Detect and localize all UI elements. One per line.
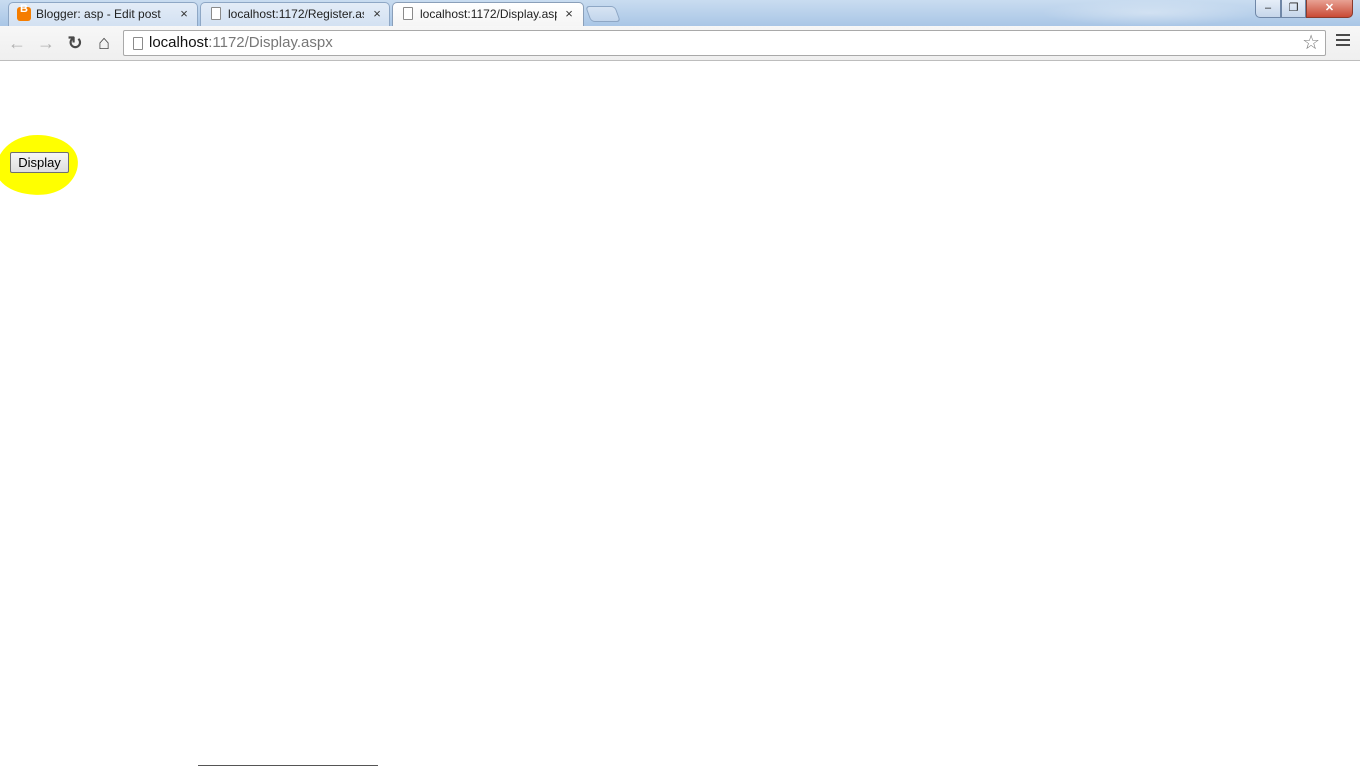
new-tab-button[interactable] bbox=[585, 6, 621, 22]
tab-blogger[interactable]: Blogger: asp - Edit post × bbox=[8, 2, 198, 26]
minimize-button[interactable]: – bbox=[1255, 0, 1281, 18]
bookmark-star-icon[interactable]: ☆ bbox=[1302, 32, 1320, 54]
menu-line bbox=[1336, 44, 1350, 46]
page-icon bbox=[211, 7, 221, 20]
tab-title: localhost:1172/Display.aspx bbox=[420, 7, 557, 21]
menu-icon[interactable] bbox=[1336, 34, 1350, 48]
url-path: :1172/Display.aspx bbox=[208, 34, 333, 51]
blogger-icon bbox=[17, 3, 31, 21]
title-bar-glow bbox=[1040, 0, 1260, 26]
tab-display[interactable]: localhost:1172/Display.aspx × bbox=[392, 2, 584, 26]
home-button[interactable]: ⌂ bbox=[92, 31, 116, 55]
tab-register[interactable]: localhost:1172/Register.aspx × bbox=[200, 2, 390, 26]
menu-line bbox=[1336, 39, 1350, 41]
tab-title: Blogger: asp - Edit post bbox=[36, 7, 161, 21]
address-bar[interactable]: localhost:1172/Display.aspx ☆ bbox=[123, 30, 1326, 56]
restore-button[interactable]: ❐ bbox=[1281, 0, 1306, 18]
address-url[interactable]: localhost:1172/Display.aspx bbox=[149, 34, 333, 52]
close-window-button[interactable]: ✕ bbox=[1306, 0, 1353, 18]
reload-button[interactable]: ↻ bbox=[63, 31, 87, 55]
menu-line bbox=[1336, 34, 1350, 36]
tab-title: localhost:1172/Register.aspx bbox=[228, 7, 364, 21]
page-icon bbox=[133, 37, 143, 50]
display-button[interactable]: Display bbox=[10, 152, 69, 173]
forward-button[interactable]: → bbox=[34, 31, 58, 55]
page-content: Display bbox=[0, 62, 1360, 768]
close-icon[interactable]: × bbox=[178, 3, 190, 25]
browser-toolbar: ← → ↻ ⌂ localhost:1172/Display.aspx ☆ bbox=[0, 26, 1360, 61]
page-icon bbox=[403, 7, 413, 20]
title-bar: Blogger: asp - Edit post × localhost:117… bbox=[0, 0, 1360, 26]
url-host: localhost bbox=[149, 34, 209, 51]
close-icon[interactable]: × bbox=[563, 3, 575, 25]
close-icon[interactable]: × bbox=[371, 3, 383, 25]
back-button[interactable]: ← bbox=[5, 31, 29, 55]
